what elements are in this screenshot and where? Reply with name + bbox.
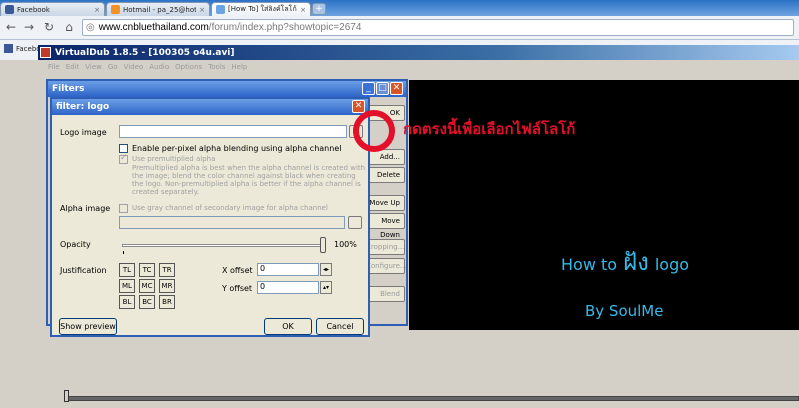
opacity-label: Opacity (60, 240, 91, 249)
timeline-thumb[interactable] (64, 390, 69, 402)
enable-alpha-checkbox[interactable] (119, 144, 128, 153)
ok-button[interactable]: OK (264, 318, 312, 335)
bookmark-label: Facebo (16, 44, 41, 53)
close-icon[interactable]: × (199, 6, 205, 14)
timeline-scrubber[interactable] (64, 390, 799, 408)
virtualdub-app-icon (40, 47, 51, 58)
filters-move-up-button[interactable]: Move Up (365, 195, 405, 211)
menu-view[interactable]: View (85, 63, 102, 71)
opacity-slider-tick (123, 251, 124, 254)
gray-channel-label: Use gray channel of secondary image for … (132, 204, 328, 212)
alpha-image-browse-button[interactable] (348, 216, 362, 229)
tab-facebook[interactable]: Facebook × (0, 2, 105, 16)
menu-bar: File Edit View Go Video Audio Options To… (38, 60, 799, 73)
x-offset-input[interactable]: 0 (257, 263, 319, 276)
back-arrow-icon[interactable]: ← (4, 20, 18, 34)
justification-label: Justification (60, 266, 107, 275)
menu-video[interactable]: Video (124, 63, 144, 71)
preview-text-prefix: How to (561, 255, 618, 274)
tab-howto[interactable]: [How To] ใส่ลิงค์โลโก้ลงในไฟ... × (211, 2, 311, 16)
justify-bc-button[interactable]: BC (139, 295, 155, 309)
justify-ml-button[interactable]: ML (119, 279, 135, 293)
page-icon (216, 5, 225, 14)
tab-title: Facebook (17, 5, 50, 14)
window-title: VirtualDub 1.8.5 - [100305 o4u.avi] (55, 47, 235, 58)
address-bar[interactable]: ◎ www.cnbluethailand.com/forum/index.php… (82, 19, 794, 36)
opacity-value: 100% (334, 240, 357, 249)
justify-tr-button[interactable]: TR (159, 263, 175, 277)
tab-title: [How To] ใส่ลิงค์โลโก้ลงในไฟ... (228, 5, 297, 13)
menu-go[interactable]: Go (108, 63, 118, 71)
preview-text-thai: ฝัง (623, 248, 649, 276)
filters-configure-button[interactable]: Configure... (365, 258, 407, 274)
opacity-slider-thumb[interactable] (320, 237, 326, 253)
logo-filter-dialog: filter: logo ✕ Logo image ... Enable per… (50, 97, 370, 337)
justify-mr-button[interactable]: MR (159, 279, 175, 293)
premultiplied-alpha-label: Use premultiplied alpha (132, 155, 216, 163)
bookmark-facebook[interactable]: Facebo (4, 44, 41, 53)
justify-tl-button[interactable]: TL (119, 263, 135, 277)
menu-options[interactable]: Options (175, 63, 202, 71)
menu-file[interactable]: File (48, 63, 60, 71)
preview-byline: By SoulMe (585, 302, 664, 320)
new-tab-button[interactable]: + (312, 3, 326, 15)
logo-dialog-title: filter: logo (52, 99, 368, 115)
menu-tools[interactable]: Tools (208, 63, 225, 71)
show-preview-button[interactable]: Show preview (59, 318, 117, 335)
filters-title: Filters (48, 81, 406, 97)
justify-bl-button[interactable]: BL (119, 295, 135, 309)
browser-toolbar: ← → ↻ ⌂ ◎ www.cnbluethailand.com/forum/i… (0, 16, 799, 40)
close-icon[interactable]: × (300, 6, 306, 14)
logo-image-label: Logo image (60, 128, 107, 137)
close-icon[interactable]: ✕ (390, 82, 403, 95)
facebook-icon (4, 44, 13, 53)
y-offset-input[interactable]: 0 (257, 281, 319, 294)
y-offset-spinner[interactable]: ▴▾ (320, 281, 332, 294)
reload-icon[interactable]: ↻ (42, 20, 56, 34)
globe-icon: ◎ (86, 22, 95, 33)
justify-br-button[interactable]: BR (159, 295, 175, 309)
url-host: www.cnbluethailand.com (98, 22, 209, 33)
facebook-icon (5, 5, 14, 14)
filters-delete-button[interactable]: Delete (365, 167, 405, 183)
tab-hotmail[interactable]: Hotmail - pa_25@hotmail.c... × (106, 2, 210, 16)
x-offset-spinner[interactable]: ◂▸ (320, 263, 332, 276)
premultiplied-alpha-checkbox[interactable] (119, 153, 128, 164)
close-icon[interactable]: × (94, 6, 100, 14)
menu-audio[interactable]: Audio (149, 63, 169, 71)
annotation-text: กดตรงนี้เพื่อเลือกไฟล์โลโก้ (403, 120, 576, 138)
justify-tc-button[interactable]: TC (139, 263, 155, 277)
browser-tab-bar: Facebook × Hotmail - pa_25@hotmail.c... … (0, 0, 799, 16)
maximize-icon[interactable]: □ (376, 82, 389, 95)
cancel-button[interactable]: Cancel (316, 318, 364, 335)
alpha-image-label: Alpha image (60, 204, 111, 213)
forward-arrow-icon[interactable]: → (22, 20, 36, 34)
timeline-track[interactable] (64, 396, 799, 401)
enable-alpha-label: Enable per-pixel alpha blending using al… (132, 144, 342, 153)
menu-help[interactable]: Help (231, 63, 247, 71)
menu-edit[interactable]: Edit (66, 63, 80, 71)
minimize-icon[interactable]: _ (362, 82, 375, 95)
logo-image-input[interactable] (119, 125, 347, 138)
filters-cropping-button[interactable]: Cropping... (365, 239, 405, 255)
filters-move-down-button[interactable]: Move Down (365, 213, 405, 239)
close-icon[interactable]: ✕ (352, 100, 365, 113)
hotmail-icon (111, 5, 120, 14)
gray-channel-checkbox[interactable] (119, 204, 128, 213)
preview-title-text: How to ฝัง logo (561, 242, 689, 281)
url-path: /forum/index.php?showtopic=2674 (208, 22, 362, 33)
opacity-slider-track[interactable] (122, 244, 322, 247)
alpha-image-input[interactable] (119, 216, 345, 229)
annotation-highlight-circle (353, 110, 395, 152)
y-offset-label: Y offset (222, 284, 253, 293)
tab-title: Hotmail - pa_25@hotmail.c... (123, 5, 197, 14)
preview-text-suffix: logo (654, 255, 690, 274)
filters-blend-button[interactable]: Blend (365, 286, 405, 302)
premultiplied-note: Premultiplied alpha is best when the alp… (132, 164, 366, 196)
virtualdub-title-bar: VirtualDub 1.8.5 - [100305 o4u.avi] (38, 45, 799, 60)
justify-mc-button[interactable]: MC (139, 279, 155, 293)
x-offset-label: X offset (222, 266, 253, 275)
home-icon[interactable]: ⌂ (62, 20, 76, 34)
